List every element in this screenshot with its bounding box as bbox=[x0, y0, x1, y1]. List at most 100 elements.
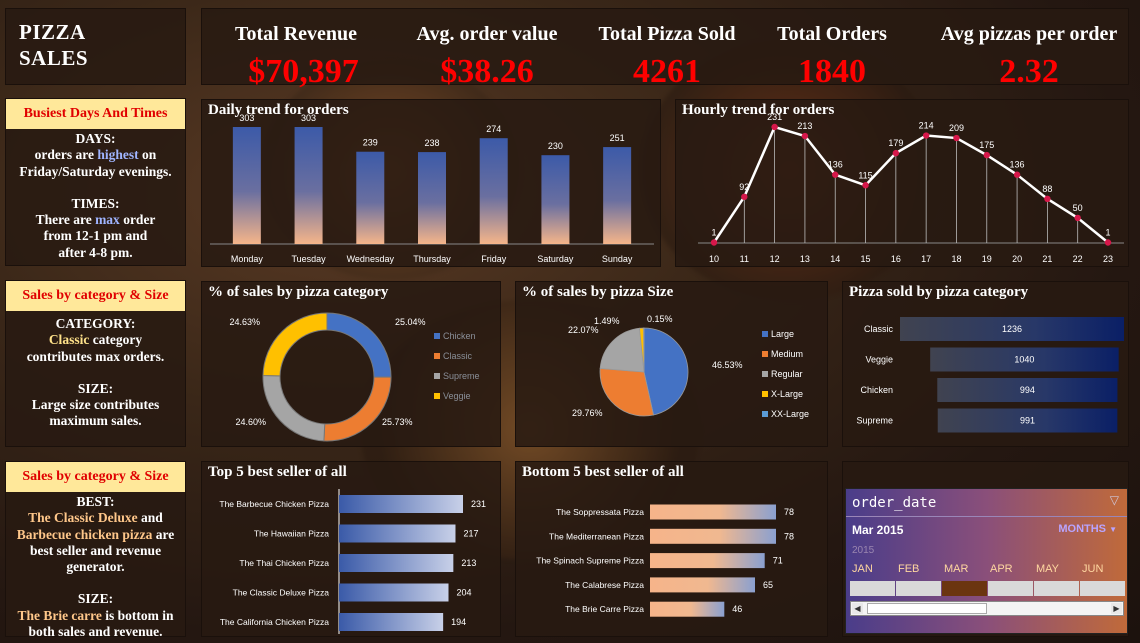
daily-data-label: 303 bbox=[239, 113, 254, 123]
soldcat-tick-label: Chicken bbox=[860, 385, 893, 395]
top5-bar bbox=[339, 554, 454, 572]
donut-legend-swatch bbox=[434, 373, 440, 379]
hourly-tick-label: 11 bbox=[740, 254, 749, 264]
soldcat-data-label: 1040 bbox=[1014, 355, 1034, 365]
size-line-2: maximum sales. bbox=[49, 413, 142, 429]
sold-by-category-chart: 1236 Classic 1040 Veggie 994 Chicken 991 Suprem… bbox=[856, 317, 1124, 433]
dashboard-title: PIZZA SALES bbox=[19, 19, 88, 71]
hourly-tick-label: 10 bbox=[709, 254, 719, 264]
bottom5-data-label: 78 bbox=[784, 531, 794, 541]
daily-tick-label: Saturday bbox=[537, 254, 574, 264]
bottom5-data-label: 65 bbox=[763, 580, 773, 590]
top5-bar bbox=[339, 495, 463, 513]
soldcat-data-label: 991 bbox=[1020, 416, 1035, 426]
size-pct-panel: % of sales by pizza Size 46.53% 29.76% 22.… bbox=[515, 281, 828, 447]
donut-slice bbox=[262, 375, 326, 442]
hourly-data-label: 214 bbox=[919, 121, 934, 131]
hourly-data-label: 50 bbox=[1073, 203, 1083, 213]
bottom5-chart: 78 The Soppressata Pizza 78 The Mediterrane… bbox=[536, 504, 794, 617]
pie-legend-label: X-Large bbox=[771, 389, 803, 399]
hourly-data-label: 231 bbox=[767, 112, 782, 122]
bottom5-tick-label: The Brie Carre Pizza bbox=[565, 604, 644, 614]
category-title: CATEGORY: bbox=[55, 316, 136, 331]
donut-data-label: 24.63% bbox=[229, 317, 260, 327]
daily-bar bbox=[294, 127, 323, 244]
hourly-point bbox=[832, 171, 839, 178]
hourly-data-label: 1 bbox=[1105, 227, 1110, 237]
soldcat-tick-label: Supreme bbox=[856, 416, 893, 426]
hourly-point bbox=[710, 239, 718, 246]
days-line-1: orders are highest on bbox=[34, 147, 157, 163]
insight-category-text: CATEGORY: Classic category contributes m… bbox=[6, 316, 185, 430]
pie-legend-label: Large bbox=[771, 329, 794, 339]
slicer-month-jan[interactable]: JAN bbox=[850, 563, 895, 599]
times-line-3: after 4-8 pm. bbox=[58, 244, 133, 260]
slicer-month-jun[interactable]: JUN bbox=[1080, 563, 1125, 599]
best-size-line-2: both sales and revenue. bbox=[28, 624, 163, 640]
slicer-month-tile bbox=[1080, 581, 1125, 596]
daily-tick-label: Monday bbox=[231, 254, 264, 264]
daily-data-label: 251 bbox=[610, 133, 625, 143]
kpi-total-orders-label: Total Orders bbox=[777, 23, 887, 45]
top5-bar bbox=[339, 613, 444, 631]
slicer-month-tile bbox=[942, 581, 987, 596]
slicer-scrollbar[interactable]: ◀ ▶ bbox=[850, 601, 1124, 616]
kpi-avg-pizzas-value: 2.32 bbox=[999, 53, 1059, 90]
dashboard-title-panel: PIZZA SALES bbox=[5, 8, 186, 85]
insight-category-panel: Sales by category & Size CATEGORY: Class… bbox=[5, 280, 186, 447]
daily-data-label: 238 bbox=[424, 138, 439, 148]
slicer-month-row: JAN FEB MAR APR MAY JUN bbox=[850, 563, 1128, 599]
scroll-left-icon[interactable]: ◀ bbox=[852, 603, 863, 614]
bottom5-data-label: 46 bbox=[732, 604, 742, 614]
hourly-tick-label: 14 bbox=[830, 254, 840, 264]
pie-legend-swatch bbox=[762, 351, 768, 357]
top5-bar bbox=[339, 583, 449, 602]
scroll-right-icon[interactable]: ▶ bbox=[1111, 603, 1122, 614]
scroll-thumb[interactable] bbox=[867, 603, 987, 614]
slicer-month-label: JUN bbox=[1082, 563, 1104, 575]
donut-legend-label: Supreme bbox=[443, 371, 480, 381]
category-line-2: contributes max orders. bbox=[26, 348, 165, 364]
daily-bar bbox=[356, 151, 385, 244]
donut-data-label: 25.04% bbox=[395, 317, 426, 327]
hourly-data-label: 1 bbox=[711, 227, 716, 237]
top5-bar bbox=[339, 524, 456, 543]
daily-bar bbox=[418, 152, 446, 244]
slicer-month-apr[interactable]: APR bbox=[988, 563, 1033, 599]
hourly-point bbox=[922, 132, 930, 139]
insight-best-text: BEST: The Classic Deluxe and Barbecue ch… bbox=[6, 494, 185, 640]
times-line-1: There are max order bbox=[35, 212, 156, 228]
insight-best-head: Sales by category & Size bbox=[6, 462, 185, 492]
slicer-month-feb[interactable]: FEB bbox=[896, 563, 941, 599]
donut-legend-label: Classic bbox=[443, 351, 473, 361]
days-line-2: Friday/Saturday evenings. bbox=[19, 163, 172, 179]
order-date-slicer[interactable]: order_date ▽ Mar 2015 MONTHS ▼ 2015 JAN F… bbox=[845, 488, 1128, 634]
hourly-data-label: 209 bbox=[949, 123, 964, 133]
best-size-line-1: The Brie carre is bottom in bbox=[17, 607, 174, 623]
hourly-data-label: 179 bbox=[888, 138, 903, 148]
top5-data-label: 194 bbox=[451, 617, 466, 627]
bottom5-data-label: 78 bbox=[784, 507, 794, 517]
hourly-data-label: 136 bbox=[828, 160, 843, 170]
hourly-data-label: 88 bbox=[1042, 184, 1052, 194]
soldcat-tick-label: Veggie bbox=[865, 355, 893, 365]
slicer-month-label: MAY bbox=[1036, 563, 1060, 575]
category-donut-chart: 25.04% 25.73% 24.60% 24.63% Chicken Classic Su… bbox=[229, 312, 480, 442]
hourly-tick-label: 23 bbox=[1103, 254, 1113, 264]
slicer-period-dropdown[interactable]: MONTHS ▼ bbox=[1058, 523, 1117, 535]
top5-data-label: 217 bbox=[463, 529, 478, 539]
hourly-point bbox=[892, 149, 900, 157]
hourly-point bbox=[953, 134, 960, 142]
hourly-data-label: 136 bbox=[1010, 160, 1025, 170]
slicer-month-mar[interactable]: MAR bbox=[942, 563, 987, 599]
bottom5-tick-label: The Soppressata Pizza bbox=[556, 507, 644, 517]
filter-icon[interactable]: ▽ bbox=[1110, 493, 1119, 507]
kpi-total-pizza-sold-label: Total Pizza Sold bbox=[598, 23, 736, 45]
donut-slice bbox=[323, 376, 392, 442]
top5-tick-label: The Barbecue Chicken Pizza bbox=[219, 499, 329, 509]
slicer-month-may[interactable]: MAY bbox=[1034, 563, 1079, 599]
daily-data-label: 239 bbox=[363, 138, 378, 148]
bottom5-tick-label: The Spinach Supreme Pizza bbox=[536, 556, 644, 566]
hourly-point bbox=[801, 132, 809, 140]
size-pie-chart: 46.53% 29.76% 22.07%1.49% 0.15% Large Medium R… bbox=[568, 314, 809, 419]
